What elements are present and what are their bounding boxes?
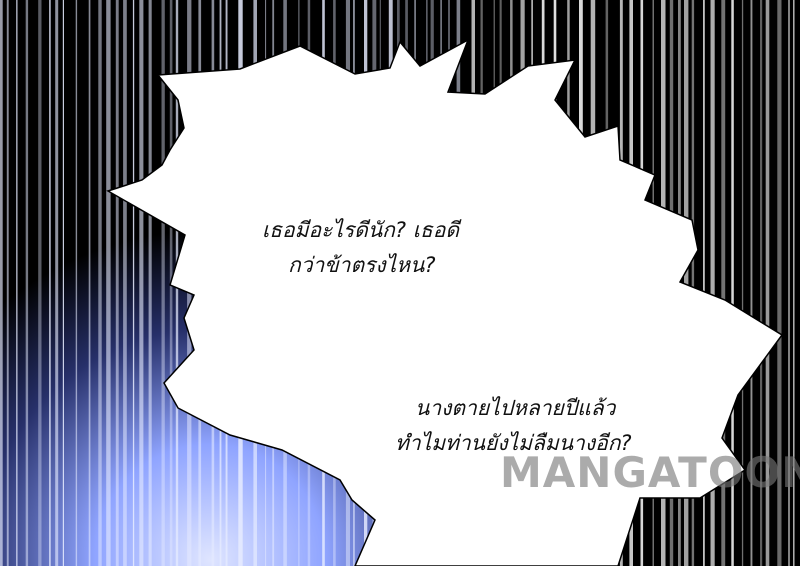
speed-line (55, 0, 59, 566)
speed-line (88, 0, 91, 566)
speed-line (38, 0, 42, 566)
manga-panel: เธอมีอะไรดีนัก? เธอดี กว่าข้าตรงไหน? นาง… (0, 0, 800, 566)
watermark-logo: MANGATOON (500, 448, 800, 497)
dialogue-line-1: เธอมีอะไรดีนัก? เธอดี (262, 218, 459, 242)
speed-line (161, 0, 165, 566)
speed-line (106, 0, 111, 566)
speed-line (49, 0, 51, 566)
dialogue-line-2: กว่าข้าตรงไหน? (288, 253, 436, 277)
speed-line (75, 0, 78, 566)
speed-line (0, 0, 3, 566)
dialogue-line-3: นางตายไปหลายปีแล้ว (415, 396, 616, 420)
speed-line (115, 0, 119, 566)
speed-line (98, 0, 102, 566)
speed-line (25, 0, 29, 566)
dialogue-text-upper: เธอมีอะไรดีนัก? เธอดี กว่าข้าตรงไหน? (262, 213, 459, 283)
speed-line (123, 0, 127, 566)
speed-line (139, 0, 144, 566)
speed-line (6, 0, 9, 566)
speed-line (62, 0, 64, 566)
speed-line (16, 0, 18, 566)
speed-line (132, 0, 135, 566)
speed-line (148, 0, 152, 566)
